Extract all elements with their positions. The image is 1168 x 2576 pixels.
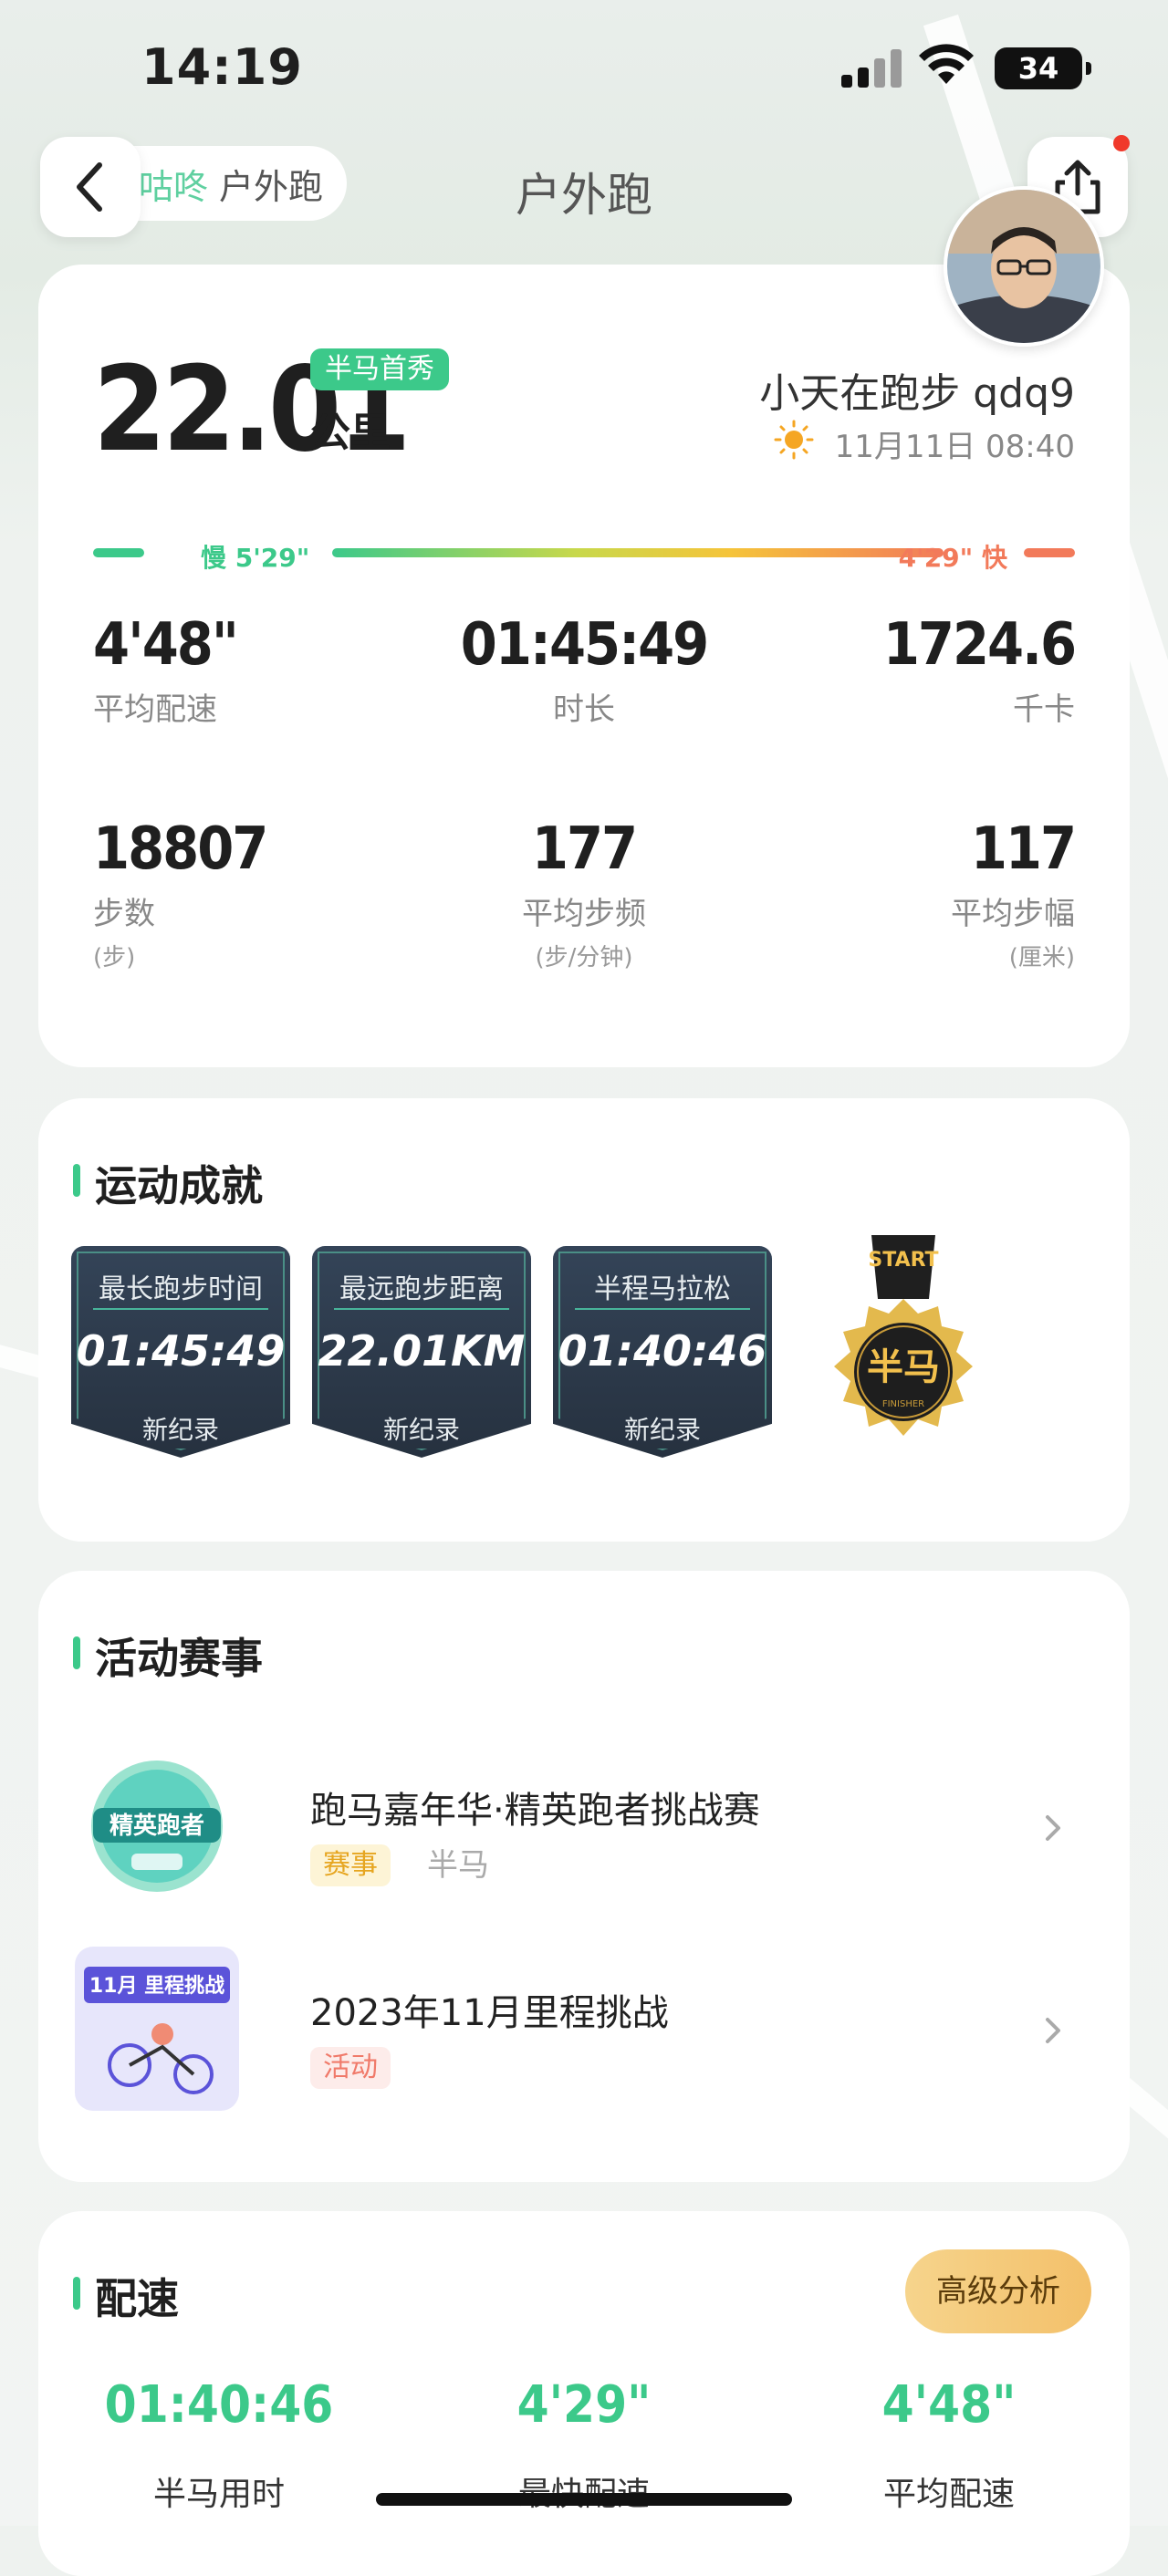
achievement-badge[interactable]: 半程马拉松 01:40:46 新纪录 xyxy=(553,1246,772,1458)
event-item[interactable]: 精英跑者 跑马嘉年华·精英跑者挑战赛 赛事 半马 xyxy=(75,1744,1093,1917)
chevron-right-icon xyxy=(1046,2018,1060,2043)
stat-value: 01:45:49 xyxy=(460,611,709,679)
svg-text:精英跑者: 精英跑者 xyxy=(110,1813,204,1840)
medal-main-text: 半马 xyxy=(867,1346,940,1388)
stat-cadence: 177 平均步频 (步/分钟) xyxy=(438,815,730,972)
half-marathon-medal-icon[interactable]: START 半马 FINISHER xyxy=(821,1235,986,1454)
stat-calories: 1724.6 千卡 xyxy=(783,611,1077,729)
achievement-note: 新纪录 xyxy=(141,1415,219,1445)
status-bar: 14:19 34 xyxy=(0,0,1168,137)
section-title: 活动赛事 xyxy=(73,1626,263,1686)
run-date: 11月11日 08:40 xyxy=(834,429,1075,465)
stat-unit: (厘米) xyxy=(1008,944,1075,971)
stat-label: 时长 xyxy=(553,691,615,728)
cellular-signal-icon xyxy=(841,47,905,88)
wifi-icon xyxy=(919,44,974,84)
achievement-title: 半程马拉松 xyxy=(594,1273,731,1305)
event-tag: 活动 xyxy=(310,2047,391,2089)
stat-avg-pace: 4'48" 平均配速 xyxy=(93,611,385,729)
section-title: 运动成就 xyxy=(73,1153,263,1213)
achievement-badge[interactable]: 最远跑步距离 22.01KM 新纪录 xyxy=(312,1246,531,1458)
sun-icon xyxy=(774,420,814,460)
event-subtitle: 半马 xyxy=(427,1847,489,1884)
stat-label: 千卡 xyxy=(1013,691,1075,728)
pace-stat-value: 4'48" xyxy=(881,2375,1017,2435)
achievement-value: 01:40:46 xyxy=(558,1326,767,1376)
event-thumbnail: 11月 里程挑战 xyxy=(75,1947,239,2111)
pace-stat: 01:40:46 半马用时 xyxy=(82,2375,356,2515)
stat-value: 117 xyxy=(970,815,1077,883)
medal-small-text: FINISHER xyxy=(882,1399,924,1409)
stat-stride: 117 平均步幅 (厘米) xyxy=(783,815,1077,972)
pace-stat-label: 平均配速 xyxy=(882,2476,1015,2513)
event-title: 跑马嘉年华·精英跑者挑战赛 xyxy=(310,1790,760,1832)
section-title-text: 配速 xyxy=(95,2274,179,2323)
section-title: 配速 xyxy=(73,2266,179,2326)
stat-unit: (步/分钟) xyxy=(535,944,633,971)
pace-stat-value: 4'29" xyxy=(516,2375,652,2435)
pace-bar-fast-end xyxy=(1024,548,1075,557)
pace-stat-label: 最快配速 xyxy=(447,2467,721,2515)
chevron-left-icon xyxy=(77,162,102,212)
user-name[interactable]: 小天在跑步 qdq9 xyxy=(759,360,1075,419)
stat-value: 4'48" xyxy=(93,611,239,679)
stat-unit: (步) xyxy=(93,944,136,971)
pace-stat-label: 半马用时 xyxy=(152,2476,285,2513)
achievement-value: 01:45:49 xyxy=(76,1326,286,1376)
achievement-note: 新纪录 xyxy=(623,1415,701,1445)
section-title-text: 运动成就 xyxy=(95,1161,263,1210)
avatar[interactable] xyxy=(944,186,1104,347)
pace-card: 配速 高级分析 01:40:46 半马用时 4'29" 最快配速 4'48" 平… xyxy=(38,2211,1130,2576)
events-card: 活动赛事 精英跑者 跑马嘉年华·精英跑者挑战赛 赛事 半马 11月 里程挑战 2… xyxy=(38,1571,1130,2182)
achievement-value: 22.01KM xyxy=(318,1326,526,1376)
stat-label: 平均步频 xyxy=(522,896,646,932)
event-thumbnail: 精英跑者 xyxy=(75,1744,239,1908)
stat-label: 平均步幅 xyxy=(951,896,1075,932)
distance-unit: 公里 xyxy=(310,410,391,456)
section-title-text: 活动赛事 xyxy=(95,1634,263,1683)
pace-fast-label: 4'29" 快 xyxy=(898,543,1007,573)
stat-duration: 01:45:49 时长 xyxy=(438,611,730,729)
advanced-analysis-button[interactable]: 高级分析 xyxy=(905,2249,1091,2333)
achievement-badge[interactable]: 最长跑步时间 01:45:49 新纪录 xyxy=(71,1246,290,1458)
pace-gradient-bar: 慢 5'29" 4'29" 快 xyxy=(93,538,1075,573)
pace-stat-value: 01:40:46 xyxy=(104,2375,334,2435)
user-photo xyxy=(947,190,1100,343)
stat-label: 平均配速 xyxy=(93,691,217,728)
status-time: 14:19 xyxy=(141,38,303,96)
svg-text:11月 里程挑战: 11月 里程挑战 xyxy=(89,1975,224,1998)
home-indicator[interactable] xyxy=(376,2493,792,2506)
achievement-title: 最长跑步时间 xyxy=(99,1273,263,1305)
pace-slow-label: 慢 5'29" xyxy=(201,543,310,573)
summary-card: 22.01 半马首秀 公里 小天在跑步 qdq9 11月11日 08:40 慢 … xyxy=(38,265,1130,1067)
pace-stat: 4'48" 平均配速 xyxy=(812,2375,1086,2515)
stat-value: 18807 xyxy=(93,815,268,883)
event-item[interactable]: 11月 里程挑战 2023年11月里程挑战 活动 xyxy=(75,1947,1093,2120)
event-title: 2023年11月里程挑战 xyxy=(310,1992,669,2034)
stat-label: 步数 xyxy=(93,896,155,932)
achievement-title: 最远跑步距离 xyxy=(339,1273,504,1305)
pace-bar-gradient xyxy=(332,548,944,557)
half-marathon-badge: 半马首秀 xyxy=(310,348,449,390)
achievements-card: 运动成就 最长跑步时间 01:45:49 新纪录 最远跑步距离 22.01KM … xyxy=(38,1098,1130,1542)
pace-bar-slow-end xyxy=(93,548,144,557)
battery-indicator: 34 xyxy=(995,47,1091,89)
event-tag: 赛事 xyxy=(310,1844,391,1886)
notification-dot xyxy=(1113,135,1130,151)
stat-value: 177 xyxy=(531,815,638,883)
medal-start-text: START xyxy=(868,1249,938,1272)
achievement-note: 新纪录 xyxy=(382,1415,460,1445)
stat-steps: 18807 步数 (步) xyxy=(93,815,385,972)
chevron-right-icon xyxy=(1046,1815,1060,1841)
back-button[interactable] xyxy=(40,137,141,237)
stat-value: 1724.6 xyxy=(882,611,1077,679)
